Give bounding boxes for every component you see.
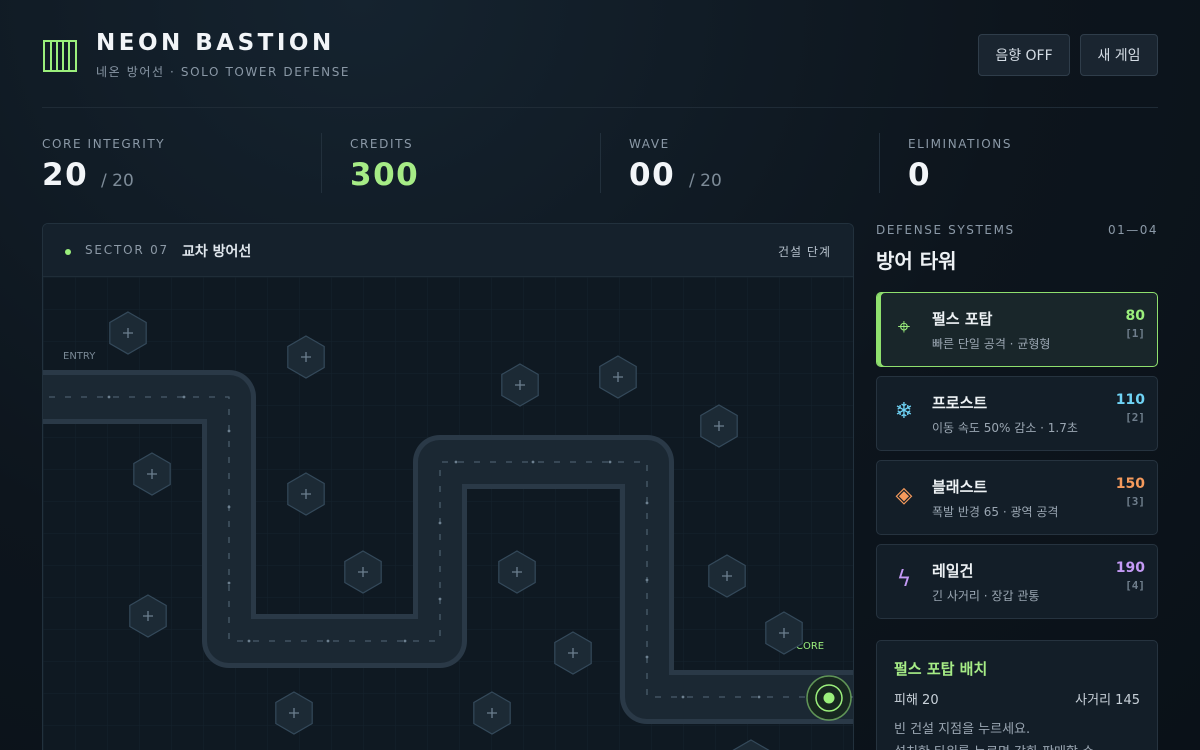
tower-name: 프로스트 bbox=[932, 394, 988, 412]
sector-name: 교차 방어선 bbox=[182, 244, 252, 260]
credits-value: 300 bbox=[350, 157, 420, 193]
stat-core-integrity: CORE INTEGRITY 20 / 20 bbox=[42, 133, 321, 193]
tower-hotkey: [2] bbox=[1125, 411, 1145, 424]
wave-value: 00 bbox=[629, 157, 676, 193]
stat-label: WAVE bbox=[629, 137, 670, 151]
placement-range: 사거리 145 bbox=[1075, 693, 1140, 708]
stat-label: CREDITS bbox=[350, 137, 414, 151]
placement-info-card: 펄스 포탑 배치 피해 20 사거리 145 빈 건설 지점을 누르세요. 설치… bbox=[876, 640, 1158, 750]
game-subtitle: 네온 방어선 · SOLO TOWER DEFENSE bbox=[96, 65, 351, 79]
tower-cost: 190 bbox=[1115, 560, 1145, 576]
header-divider bbox=[42, 107, 1158, 108]
snowflake-icon: ❄ bbox=[894, 399, 914, 424]
panel-kicker: DEFENSE SYSTEMS bbox=[876, 223, 1015, 237]
tower-cost: 80 bbox=[1125, 308, 1145, 324]
stat-credits: CREDITS 300 bbox=[321, 133, 600, 193]
sector-code: SECTOR 07 bbox=[85, 243, 169, 257]
stat-label: CORE INTEGRITY bbox=[42, 137, 166, 151]
stat-eliminations: ELIMINATIONS 0 bbox=[879, 133, 1158, 193]
entry-label: ENTRY bbox=[63, 351, 96, 362]
placement-hint: 빈 건설 지점을 누르세요. bbox=[894, 722, 1031, 737]
eliminations-value: 0 bbox=[908, 157, 932, 193]
tower-desc: 빠른 단일 공격 · 균형형 bbox=[932, 337, 1051, 351]
sound-toggle-button[interactable]: 음향 OFF bbox=[978, 34, 1070, 76]
tower-desc: 긴 사거리 · 장갑 관통 bbox=[932, 589, 1040, 603]
game-title: NEON BASTION bbox=[96, 30, 335, 56]
bastion-logo-icon bbox=[43, 40, 77, 72]
tower-hotkey: [3] bbox=[1125, 495, 1145, 508]
tower-card-pulse[interactable]: ⌖ 펄스 포탑 빠른 단일 공격 · 균형형 80 [1] bbox=[876, 292, 1158, 367]
tower-desc: 이동 속도 50% 감소 · 1.7초 bbox=[932, 421, 1078, 435]
wave-max: / 20 bbox=[689, 171, 722, 191]
header: NEON BASTION 네온 방어선 · SOLO TOWER DEFENSE… bbox=[42, 30, 1158, 79]
core-base bbox=[806, 675, 852, 721]
game-board: SECTOR 07 교차 방어선 건설 단계 ENTRY CORE bbox=[42, 223, 854, 750]
tower-cost: 110 bbox=[1115, 392, 1145, 408]
panel-title: 방어 타워 bbox=[876, 249, 957, 273]
tower-card-frost[interactable]: ❄ 프로스트 이동 속도 50% 감소 · 1.7초 110 [2] bbox=[876, 376, 1158, 451]
crosshair-icon: ⌖ bbox=[897, 315, 911, 340]
battlefield-map[interactable]: ENTRY CORE bbox=[43, 277, 854, 750]
lightning-icon: ϟ bbox=[896, 567, 912, 592]
tower-desc: 폭발 반경 65 · 광역 공격 bbox=[932, 505, 1059, 519]
placement-title: 펄스 포탑 배치 bbox=[894, 660, 988, 678]
tower-card-railgun[interactable]: ϟ 레일건 긴 사거리 · 장갑 관통 190 [4] bbox=[876, 544, 1158, 619]
tower-name: 펄스 포탑 bbox=[932, 310, 993, 328]
placement-hint: 설치한 타워를 누르면 강화·판매할 수 bbox=[894, 741, 1094, 750]
diamond-icon: ◈ bbox=[895, 483, 913, 508]
sector-status-dot bbox=[65, 249, 71, 255]
tower-cost: 150 bbox=[1115, 476, 1145, 492]
panel-range: 01—04 bbox=[1108, 223, 1159, 237]
tower-name: 블래스트 bbox=[932, 478, 988, 496]
tower-hotkey: [1] bbox=[1125, 327, 1145, 340]
tower-name: 레일건 bbox=[932, 562, 974, 580]
tower-hotkey: [4] bbox=[1125, 579, 1145, 592]
tower-card-blast[interactable]: ◈ 블래스트 폭발 반경 65 · 광역 공격 150 [3] bbox=[876, 460, 1158, 535]
stat-wave: WAVE 00 / 20 bbox=[600, 133, 879, 193]
core-integrity-max: / 20 bbox=[101, 171, 134, 191]
new-game-button[interactable]: 새 게임 bbox=[1080, 34, 1158, 76]
board-header: SECTOR 07 교차 방어선 건설 단계 bbox=[43, 224, 853, 277]
phase-label: 건설 단계 bbox=[778, 245, 831, 259]
stat-label: ELIMINATIONS bbox=[908, 137, 1013, 151]
placement-damage: 피해 20 bbox=[894, 693, 939, 708]
core-integrity-value: 20 bbox=[42, 157, 89, 193]
